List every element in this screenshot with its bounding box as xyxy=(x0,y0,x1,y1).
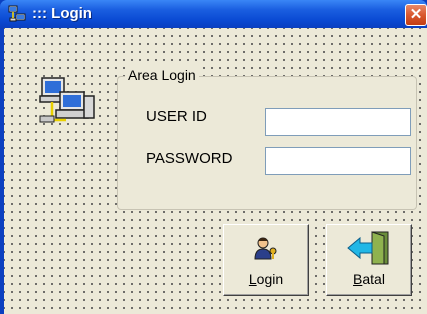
login-button[interactable]: Login xyxy=(223,224,309,296)
network-computers-icon xyxy=(38,76,98,126)
batal-button-label: Batal xyxy=(353,271,385,287)
login-groupbox: Area Login USER ID PASSWORD xyxy=(117,67,417,210)
form-client-area: Area Login USER ID PASSWORD Login Batal xyxy=(4,28,427,314)
title-bar[interactable]: ::: Login ✕ xyxy=(0,0,427,28)
userid-input[interactable] xyxy=(265,108,411,136)
userid-label: USER ID xyxy=(146,108,207,125)
groupbox-title: Area Login xyxy=(125,67,199,83)
close-button[interactable]: ✕ xyxy=(405,4,427,26)
close-icon: ✕ xyxy=(409,6,423,23)
person-key-icon xyxy=(253,235,279,266)
password-input[interactable] xyxy=(265,147,411,175)
batal-button[interactable]: Batal xyxy=(326,224,412,296)
network-computers-icon xyxy=(8,5,26,23)
exit-door-icon xyxy=(346,231,392,270)
window-title: ::: Login xyxy=(32,5,92,22)
login-button-label: Login xyxy=(248,271,284,287)
login-window: ::: Login ✕ Area Login USER ID PASSWORD … xyxy=(0,0,427,314)
password-label: PASSWORD xyxy=(146,150,233,167)
